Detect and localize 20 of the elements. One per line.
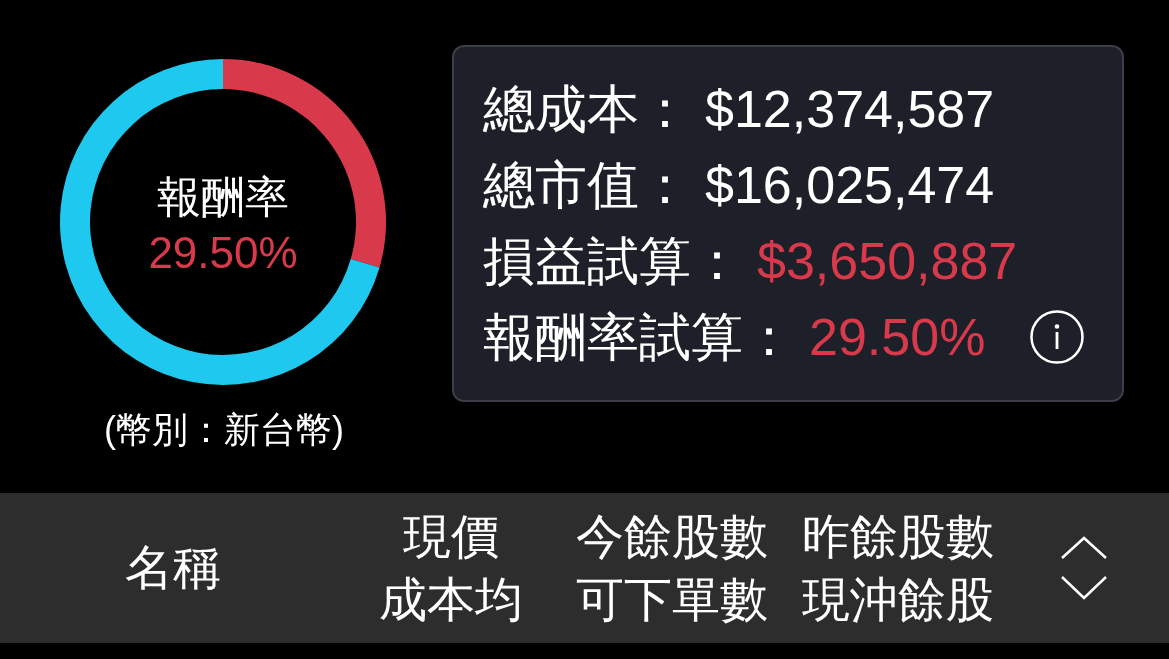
header-label: 昨餘股數 [802, 509, 994, 565]
return-rate-label: 報酬率 [157, 171, 289, 223]
return-rate-value: 29.50% [148, 227, 298, 279]
header-label: 今餘股數 [576, 509, 768, 565]
header-label: 成本均 [379, 572, 523, 628]
header-label: 現價 [403, 509, 499, 565]
currency-note: (幣別：新台幣) [104, 408, 344, 452]
summary-label: 報酬率試算： [483, 307, 795, 367]
summary-value: $12,374,587 [705, 79, 995, 139]
info-icon[interactable] [1030, 310, 1084, 364]
header-label: 名稱 [124, 540, 222, 596]
summary-label: 總市值： [483, 155, 691, 215]
sort-icon[interactable] [1060, 536, 1108, 600]
summary-label: 損益試算： [483, 231, 743, 291]
summary-value: $16,025,474 [705, 155, 995, 215]
summary-label: 總成本： [483, 79, 691, 139]
header-label: 可下單數 [576, 572, 768, 628]
header-label: 現沖餘股 [802, 572, 994, 628]
summary-value: 29.50% [809, 307, 986, 367]
summary-value: $3,650,887 [757, 231, 1018, 291]
